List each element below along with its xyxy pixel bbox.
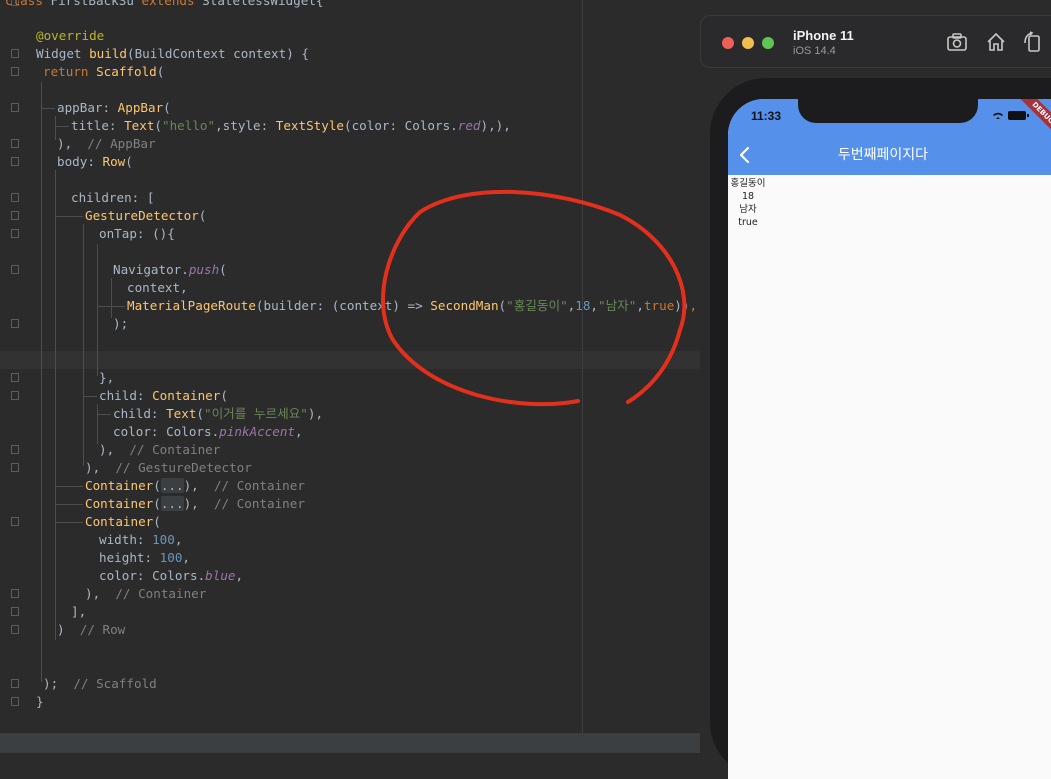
code-token: Container [85, 514, 154, 529]
app-bar-title: 두번째페이지다 [837, 147, 929, 163]
code-token: ), [183, 496, 214, 511]
code-token: 100 [159, 550, 183, 565]
code-line: ) // Row [57, 621, 125, 639]
fold-marker-icon[interactable] [11, 697, 19, 706]
code-token: blue [205, 568, 236, 583]
code-line: ], [71, 603, 86, 621]
code-token: ( [153, 496, 161, 511]
device-notch [798, 99, 978, 123]
collapsed-code-placeholder[interactable]: ... [160, 496, 184, 511]
code-token: ( [153, 478, 161, 493]
wifi-battery-icon [993, 111, 1029, 120]
code-token: , [174, 532, 183, 547]
code-line: height: 100, [99, 549, 190, 567]
home-icon[interactable] [985, 31, 1007, 53]
fold-marker-icon[interactable] [11, 463, 19, 472]
code-line: color: Colors.pinkAccent, [113, 423, 303, 441]
code-token: // Row [79, 622, 126, 637]
code-token: width: [99, 532, 153, 547]
simulator-os-version: iOS 14.4 [793, 45, 836, 57]
code-line: Container(...), // Container [85, 495, 305, 513]
code-line: ), // GestureDetector [85, 459, 252, 477]
indent-guide [55, 522, 83, 523]
fold-marker-icon[interactable] [11, 589, 19, 598]
gender-text: 남자 [739, 204, 757, 215]
code-line: Container( [85, 513, 161, 531]
fold-marker-icon[interactable] [11, 625, 19, 634]
rotate-device-icon[interactable] [1021, 31, 1043, 53]
code-token: ( [153, 514, 161, 529]
code-token: // Container [213, 478, 305, 493]
code-token: pinkAccent [219, 424, 295, 439]
editor-status-bar [0, 733, 700, 753]
code-token: // Container [213, 496, 305, 511]
code-token: Container [85, 496, 154, 511]
code-token: color: Colors. [113, 424, 220, 439]
code-line: Container(...), // Container [85, 477, 305, 495]
code-token: , [182, 550, 191, 565]
code-line: ), // Container [99, 441, 220, 459]
code-token: , [294, 424, 303, 439]
code-token: height: [99, 550, 160, 565]
code-token: // Scaffold [73, 676, 157, 691]
code-token: // GestureDetector [115, 460, 252, 475]
close-window-button[interactable] [722, 37, 734, 49]
app-bar: 11:33 DEBUG 두번째페이지다 [728, 99, 1051, 175]
second-page-content: 홍길동이 18 남자 true [728, 177, 768, 229]
zoom-window-button[interactable] [762, 37, 774, 49]
code-token: ), [85, 460, 116, 475]
simulator-toolbar: iPhone 11 iOS 14.4 [700, 15, 1051, 68]
code-token: ], [71, 604, 87, 619]
code-token: ), [183, 478, 214, 493]
code-token: ) [57, 622, 80, 637]
code-line: ); // Scaffold [43, 675, 157, 693]
simulator-screen[interactable]: 11:33 DEBUG 두번째페이지다 홍길동이 18 남자 true [728, 99, 1051, 779]
simulator-device-name: iPhone 11 [793, 28, 854, 43]
code-line: ), // Container [85, 585, 206, 603]
code-line: width: 100, [99, 531, 182, 549]
code-token: // Container [115, 586, 207, 601]
flag-text: true [738, 217, 758, 228]
name-text: 홍길동이 [730, 178, 766, 189]
code-token: Container [85, 478, 154, 493]
indent-guide [55, 486, 83, 487]
fold-marker-icon[interactable] [11, 517, 19, 526]
fold-marker-icon[interactable] [11, 445, 19, 454]
code-token: color: Colors. [99, 568, 206, 583]
code-token: , [235, 568, 244, 583]
code-token: ); [43, 676, 74, 691]
code-token: ), [85, 586, 116, 601]
indent-guide [55, 504, 83, 505]
fold-marker-icon[interactable] [11, 679, 19, 688]
minimize-window-button[interactable] [742, 37, 754, 49]
code-line: color: Colors.blue, [99, 567, 243, 585]
code-token: } [36, 694, 44, 709]
age-text: 18 [741, 191, 755, 202]
code-token: // Container [129, 442, 221, 457]
screenshot-camera-icon[interactable] [946, 31, 968, 53]
code-editor[interactable]: class FirstBackSu extends StatelessWidge… [0, 0, 700, 753]
collapsed-code-placeholder[interactable]: ... [160, 478, 184, 493]
red-annotation-circle [381, 189, 687, 407]
code-token: 100 [152, 532, 175, 547]
code-token: ), [99, 442, 130, 457]
status-bar-time: 11:33 [751, 109, 782, 123]
code-line: } [36, 693, 44, 711]
fold-marker-icon[interactable] [11, 607, 19, 616]
